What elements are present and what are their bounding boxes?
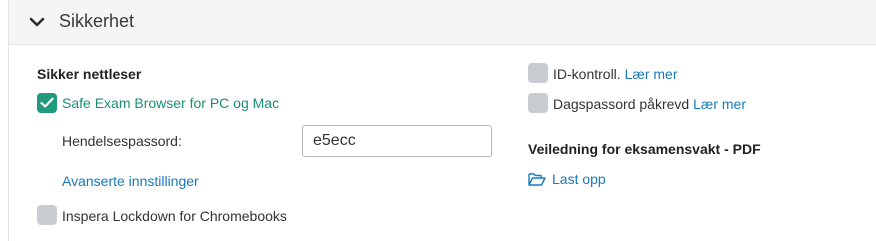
checkmark-icon xyxy=(40,97,54,108)
lockdown-label[interactable]: Inspera Lockdown for Chromebooks xyxy=(62,208,287,224)
day-password-label: Dagspassord påkrevd xyxy=(553,96,690,112)
day-password-learn-more-link[interactable]: Lær mer xyxy=(693,96,746,112)
event-password-label: Hendelsespassord: xyxy=(62,133,182,149)
advanced-settings-link[interactable]: Avanserte innstillinger xyxy=(62,173,199,189)
seb-checkbox[interactable] xyxy=(37,93,57,113)
day-password-checkbox[interactable] xyxy=(528,93,548,113)
guide-heading: Veiledning for eksamensvakt - PDF xyxy=(528,141,761,157)
section-header[interactable]: Sikkerhet xyxy=(9,0,876,45)
upload-link[interactable]: Last opp xyxy=(552,171,606,187)
secure-browser-heading: Sikker nettleser xyxy=(37,66,142,82)
chevron-down-icon[interactable] xyxy=(29,14,45,30)
day-password-row: Dagspassord påkrevd Lær mer xyxy=(553,96,746,112)
id-control-checkbox[interactable] xyxy=(528,63,548,83)
lockdown-checkbox[interactable] xyxy=(37,205,57,225)
folder-open-icon[interactable] xyxy=(528,172,546,186)
seb-label[interactable]: Safe Exam Browser for PC og Mac xyxy=(62,95,279,111)
section-title: Sikkerhet xyxy=(59,11,135,31)
id-control-learn-more-link[interactable]: Lær mer xyxy=(625,66,678,82)
security-panel: Sikkerhet Sikker nettleser Safe Exam Bro… xyxy=(8,0,876,241)
id-control-row: ID-kontroll. Lær mer xyxy=(553,66,677,82)
id-control-label: ID-kontroll. xyxy=(553,66,621,82)
event-password-input[interactable] xyxy=(302,125,492,157)
